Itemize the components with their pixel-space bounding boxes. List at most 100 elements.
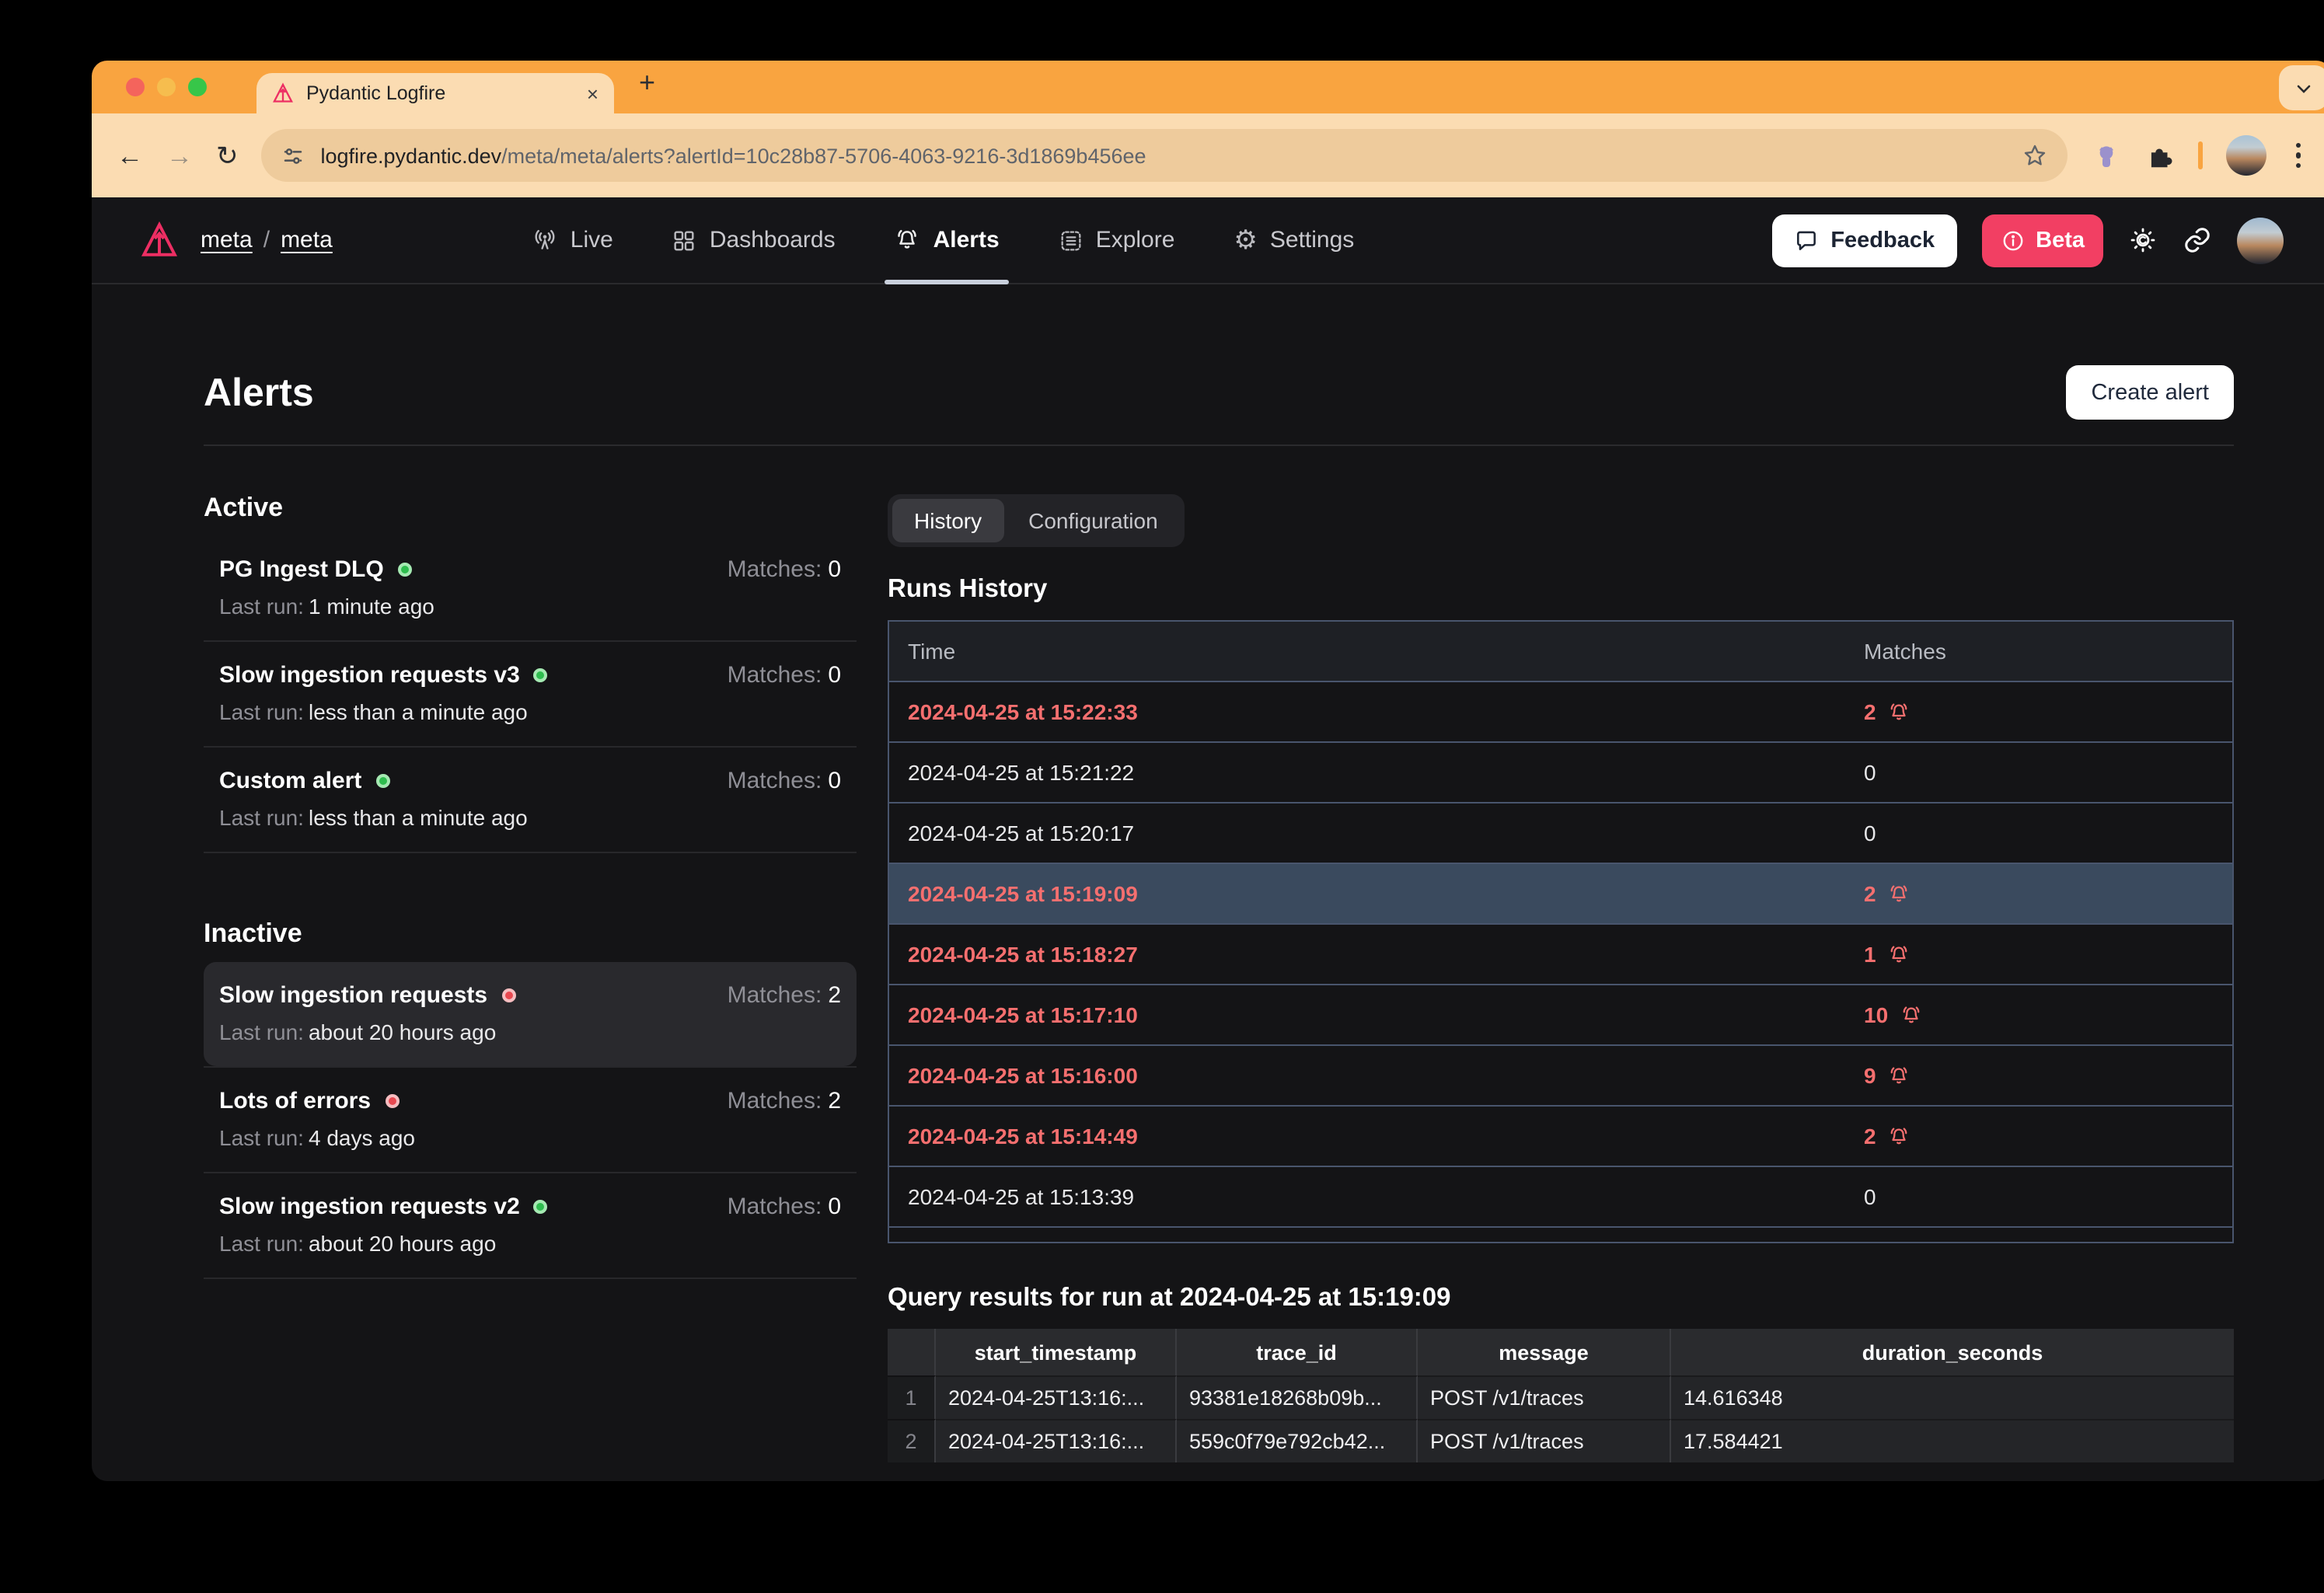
browser-toolbar: ← → ↻ logfire.pydantic.dev/meta/meta/ale… [92,113,2324,197]
matches-count: Matches:0 [728,768,841,794]
query-results-heading: Query results for run at 2024-04-25 at 1… [888,1284,2234,1313]
browser-profile-avatar[interactable] [2225,135,2266,176]
forward-button[interactable]: → [166,142,193,169]
matches-count: Matches:0 [728,556,841,583]
query-row-num: 2 [888,1419,936,1462]
query-cell[interactable]: 14.616348 [1671,1375,2234,1419]
status-dot-green [534,668,548,682]
breadcrumb-project-link[interactable]: meta [281,227,333,253]
reload-button[interactable]: ↻ [216,142,239,169]
run-row[interactable]: 2024-04-25 at 15:21:22 0 [889,741,2232,802]
query-cell[interactable]: 17.584421 [1671,1419,2234,1462]
status-dot-red [385,1094,399,1108]
nav-item-alerts[interactable]: Alerts [895,197,1000,284]
run-row[interactable]: 2024-04-25 at 15:17:10 10 [889,984,2232,1044]
run-row[interactable]: 2024-04-25 at 15:20:17 0 [889,802,2232,863]
close-window-button[interactable] [126,78,145,96]
last-run: Last run:about 20 hours ago [219,1231,841,1256]
chevron-down-icon [2294,78,2313,97]
alert-bell-icon [1887,1124,1910,1148]
tab-title: Pydantic Logfire [306,82,574,104]
run-row[interactable]: 2024-04-25 at 15:14:49 2 [889,1105,2232,1166]
create-alert-button[interactable]: Create alert [2066,365,2234,420]
toolbar-divider [2197,141,2202,169]
list-divider [204,852,857,853]
beta-badge[interactable]: Beta [1981,214,2103,267]
alert-detail-panel: History Configuration Runs History Time … [888,465,2234,1462]
theme-toggle-icon[interactable] [2128,225,2158,255]
alert-bell-icon [1887,882,1910,905]
alert-bell-icon [1887,1064,1910,1087]
info-circle-icon [2000,228,2025,253]
query-cell[interactable]: 93381e18268b09b... [1177,1375,1418,1419]
query-row-num: 1 [888,1375,936,1419]
query-cell[interactable]: POST /v1/traces [1418,1419,1671,1462]
breadcrumb-org-link[interactable]: meta [201,227,253,253]
new-tab-button[interactable]: + [639,67,655,99]
breadcrumb: meta / meta [201,227,333,253]
last-run: Last run:1 minute ago [219,594,841,619]
share-link-icon[interactable] [2183,225,2212,255]
user-avatar[interactable] [2237,217,2284,263]
query-col-message: message [1418,1329,1671,1375]
list-divider [204,1278,857,1279]
browser-menu-icon[interactable] [2289,143,2307,169]
run-row[interactable]: 2024-04-25 at 15:18:27 1 [889,923,2232,984]
query-cell[interactable]: 2024-04-25T13:16:... [936,1375,1177,1419]
run-row[interactable]: 2024-04-25 at 15:22:33 2 [889,681,2232,741]
tab-history[interactable]: History [892,499,1003,542]
bookmark-star-icon[interactable] [2022,143,2047,168]
browser-tabstrip: Pydantic Logfire × + [92,61,2324,113]
matches-count: Matches:2 [728,982,841,1009]
github-extension-icon[interactable] [2090,140,2121,171]
query-cell[interactable]: 559c0f79e792cb42... [1177,1419,1418,1462]
maximize-window-button[interactable] [188,78,207,96]
run-row[interactable]: 2024-04-25 at 15:13:39 0 [889,1166,2232,1226]
query-cell[interactable]: POST /v1/traces [1418,1375,1671,1419]
browser-tab[interactable]: Pydantic Logfire × [256,73,614,113]
active-heading: Active [204,493,857,524]
screen: Pydantic Logfire × + ← → ↻ logfire.pydan… [0,0,2324,1593]
logfire-logo-icon[interactable] [140,221,179,260]
last-run: Last run:less than a minute ago [219,805,841,830]
nav-item-live[interactable]: Live [532,197,613,284]
inactive-heading: Inactive [204,919,857,950]
main-nav: Live Dashboards Alerts [532,197,1355,284]
query-col-start: start_timestamp [936,1329,1177,1375]
extensions-puzzle-icon[interactable] [2144,141,2174,170]
logfire-logo-icon [272,82,294,104]
site-settings-icon[interactable] [282,144,305,167]
status-dot-green [375,774,389,788]
alert-item-slow-ingestion-v2[interactable]: Slow ingestion requests v2 Matches:0 Las… [204,1173,857,1278]
feedback-button[interactable]: Feedback [1771,214,1956,267]
explore-list-icon [1059,228,1083,253]
tab-configuration[interactable]: Configuration [1007,499,1180,542]
query-cell[interactable]: 2024-04-25T13:16:... [936,1419,1177,1462]
query-col-num [888,1329,936,1375]
tab-search-button[interactable] [2279,65,2324,110]
nav-item-dashboards[interactable]: Dashboards [672,197,836,284]
nav-item-settings[interactable]: ⚙ Settings [1234,197,1354,284]
traffic-lights [126,78,207,96]
runs-table-header: Time Matches [889,622,2232,681]
alert-bell-icon [1899,1003,1922,1027]
alert-item-slow-ingestion-v3[interactable]: Slow ingestion requests v3 Matches:0 Las… [204,642,857,746]
address-bar[interactable]: logfire.pydantic.dev/meta/meta/alerts?al… [262,129,2068,182]
tab-close-icon[interactable]: × [587,83,598,103]
page-title: Alerts [204,368,314,417]
alert-item-lots-of-errors[interactable]: Lots of errors Matches:2 Last run:4 days… [204,1068,857,1172]
query-col-trace: trace_id [1177,1329,1418,1375]
alert-item-custom-alert[interactable]: Custom alert Matches:0 Last run:less tha… [204,748,857,852]
status-dot-green [534,1200,548,1214]
nav-item-explore[interactable]: Explore [1059,197,1175,284]
last-run: Last run:4 days ago [219,1125,841,1150]
matches-count: Matches:2 [728,1088,841,1114]
alert-item-slow-ingestion[interactable]: Slow ingestion requests Matches:2 Last r… [204,962,857,1066]
run-row[interactable]: 2024-04-25 at 15:16:00 9 [889,1044,2232,1105]
minimize-window-button[interactable] [157,78,176,96]
last-run: Last run:less than a minute ago [219,699,841,724]
bell-icon [895,227,921,253]
alert-item-pg-ingest-dlq[interactable]: PG Ingest DLQ Matches:0 Last run:1 minut… [204,536,857,640]
back-button[interactable]: ← [117,142,143,169]
run-row-selected[interactable]: 2024-04-25 at 15:19:09 2 [889,863,2232,923]
